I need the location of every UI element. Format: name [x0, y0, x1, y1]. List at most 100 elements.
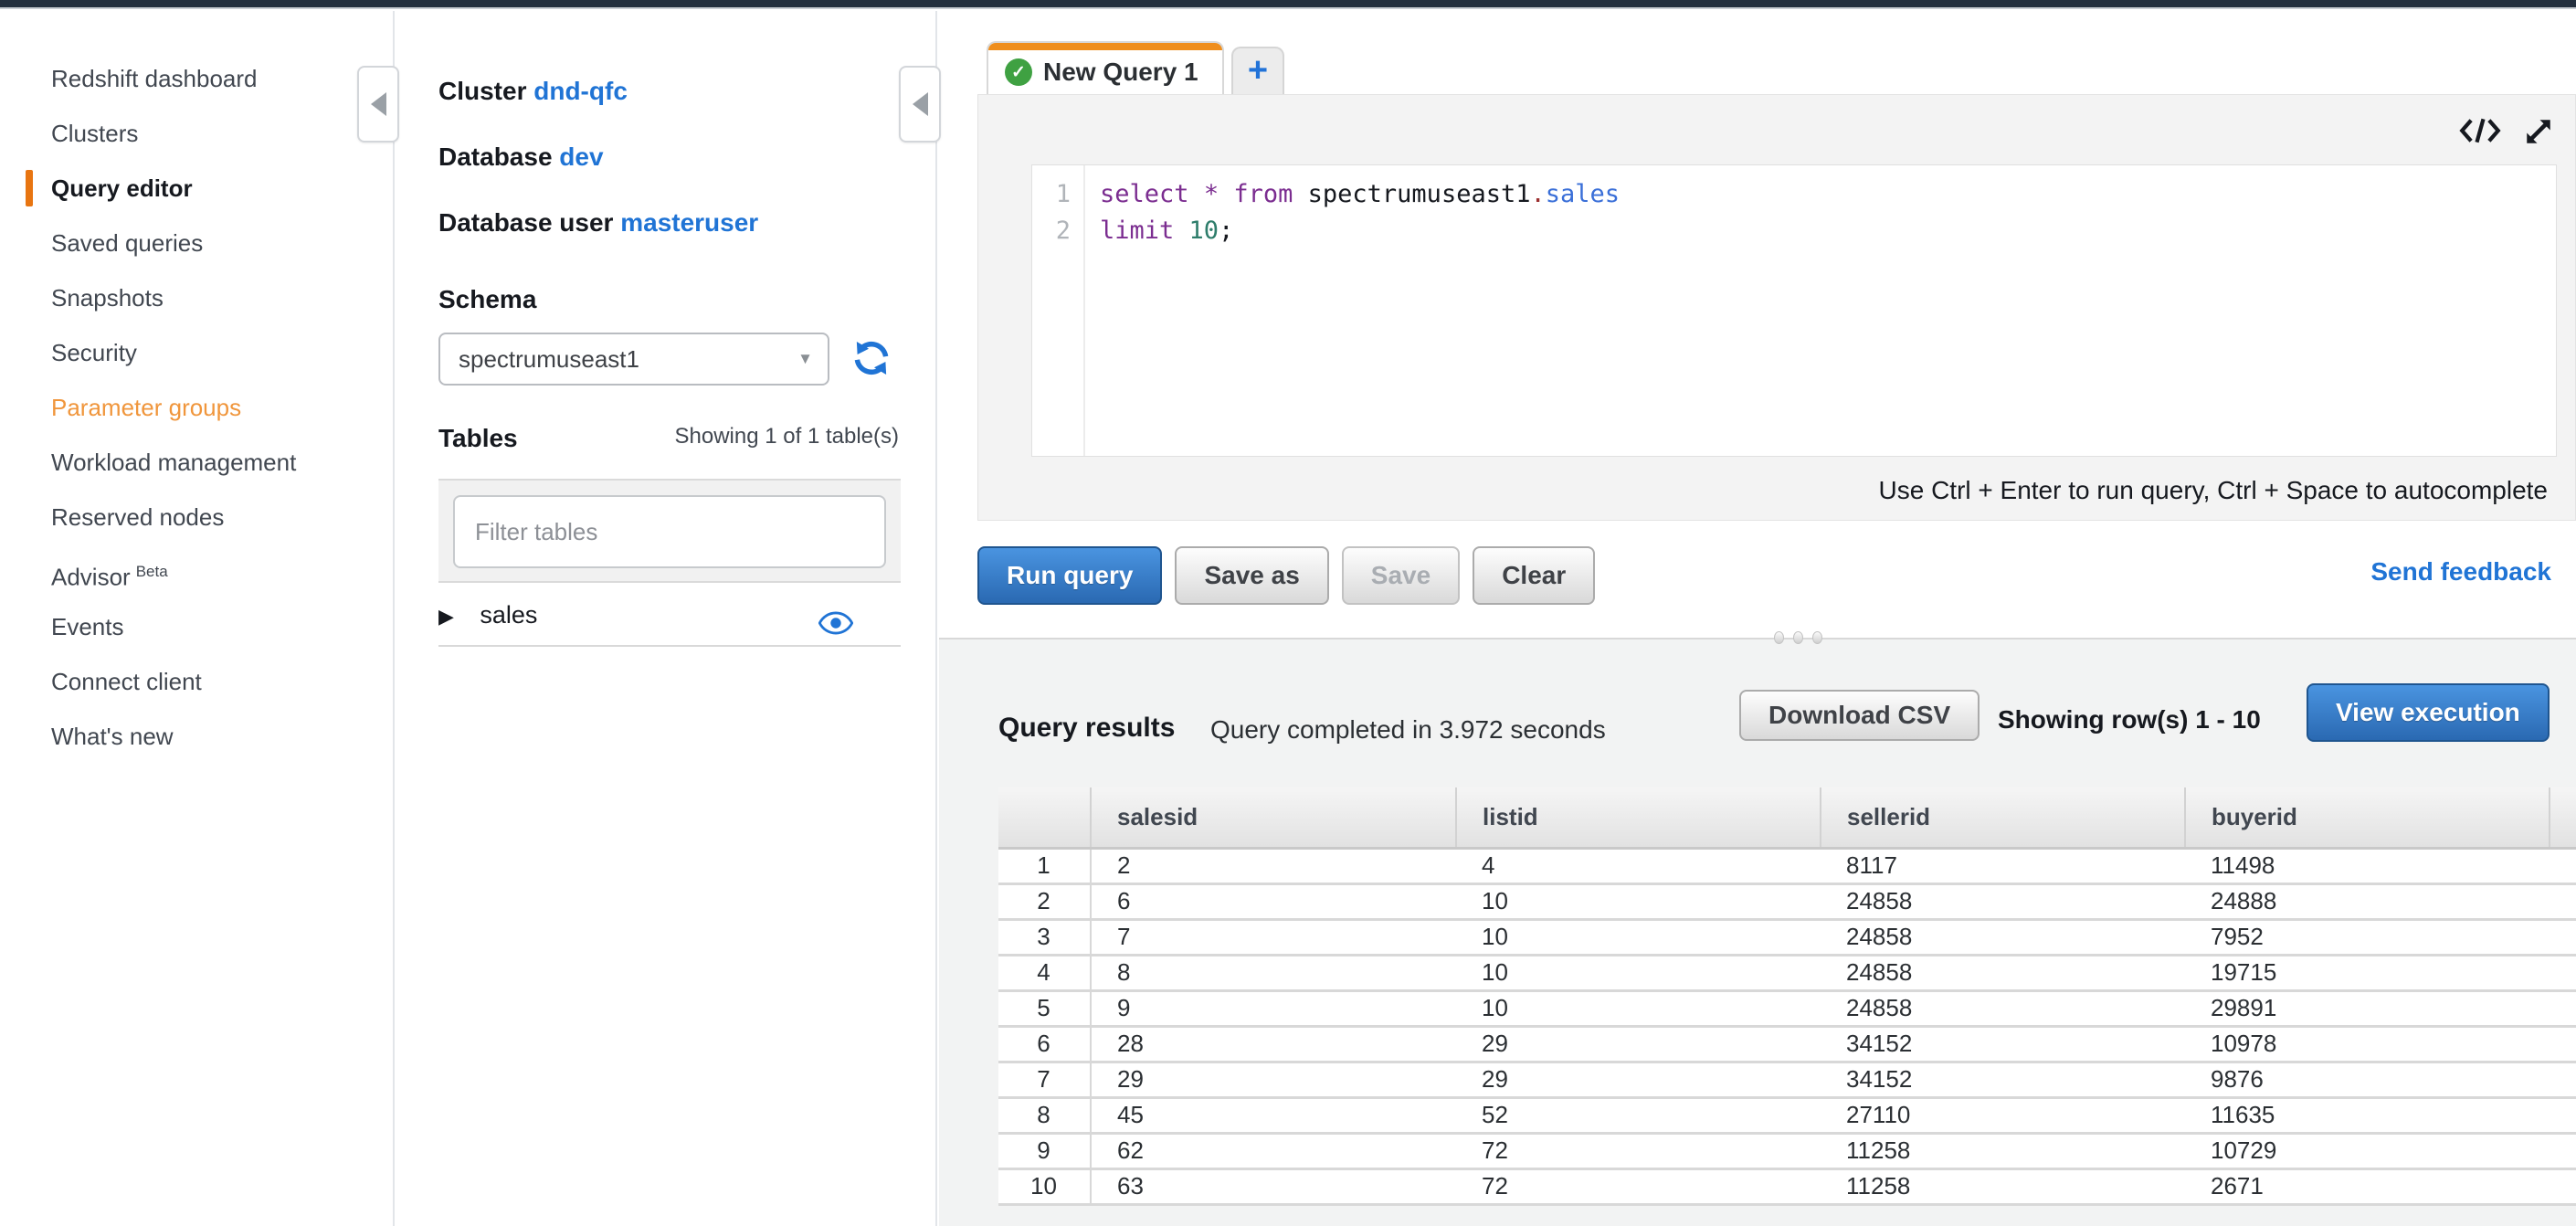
data-cell: 62 — [1091, 1133, 1456, 1168]
tables-count: Showing 1 of 1 table(s) — [675, 424, 899, 449]
data-cell: 2 — [1091, 848, 1456, 883]
sidebar-item-connect-client[interactable]: Connect client — [0, 654, 393, 709]
filter-tables-input[interactable] — [453, 495, 886, 568]
data-cell: 11498 — [2185, 848, 2550, 883]
table-name: sales — [480, 601, 537, 629]
showing-rows-label: Showing row(s) 1 - 10 — [1998, 705, 2261, 735]
refresh-schema-icon[interactable] — [851, 338, 892, 383]
query-results-panel: Query results Query completed in 3.972 s… — [939, 638, 2576, 1226]
row-number-cell: 4 — [998, 955, 1091, 990]
code-view-icon[interactable] — [2458, 115, 2502, 153]
sidebar-item-clusters[interactable]: Clusters — [0, 106, 393, 161]
sidebar-item-workload-management[interactable]: Workload management — [0, 435, 393, 490]
resize-handle[interactable] — [1774, 631, 1822, 644]
save-as-button[interactable]: Save as — [1175, 546, 1328, 605]
data-cell: 29891 — [2185, 990, 2550, 1026]
sidebar-item-saved-queries[interactable]: Saved queries — [0, 216, 393, 270]
schema-select[interactable]: spectrumuseast1 ▼ — [438, 333, 829, 386]
code-line: select * from spectrumuseast1.sales — [1100, 176, 1620, 213]
column-header-sellerid: sellerid — [1821, 787, 2185, 848]
data-cell — [2550, 1168, 2576, 1204]
data-cell: 24858 — [1821, 955, 2185, 990]
view-execution-button[interactable]: View execution — [2307, 683, 2550, 742]
data-cell — [2550, 955, 2576, 990]
data-cell — [2550, 1062, 2576, 1097]
database-link[interactable]: dev — [559, 143, 603, 171]
sidebar-item-query-editor[interactable]: Query editor — [0, 161, 393, 216]
connection-panel: Cluster dnd-qfc Database dev Database us… — [396, 11, 937, 1226]
results-table: salesidlistidselleridbuyerid 12481171149… — [998, 787, 2576, 1206]
table-row: 72929341529876 — [998, 1062, 2576, 1097]
editor-shortcut-hint: Use Ctrl + Enter to run query, Ctrl + Sp… — [1879, 476, 2549, 505]
data-cell: 7 — [1091, 919, 1456, 955]
table-row: 59102485829891 — [998, 990, 2576, 1026]
preview-eye-icon[interactable] — [818, 601, 853, 661]
sidebar-item-redshift-dashboard[interactable]: Redshift dashboard — [0, 51, 393, 106]
table-row: 845522711011635 — [998, 1097, 2576, 1133]
data-cell: 7952 — [2185, 919, 2550, 955]
data-cell: 72 — [1456, 1133, 1821, 1168]
tab-new-query-1[interactable]: ✓ New Query 1 — [987, 41, 1224, 94]
results-title: Query results — [998, 713, 1175, 744]
data-cell — [2550, 1097, 2576, 1133]
data-cell: 63 — [1091, 1168, 1456, 1204]
data-cell: 29 — [1456, 1062, 1821, 1097]
expand-editor-icon[interactable] — [2522, 115, 2555, 153]
table-row: 3710248587952 — [998, 919, 2576, 955]
expand-caret-icon[interactable]: ▶ — [438, 605, 454, 628]
row-number-cell: 9 — [998, 1133, 1091, 1168]
data-cell — [2550, 1026, 2576, 1062]
sidebar-item-parameter-groups[interactable]: Parameter groups — [0, 380, 393, 435]
sql-code-editor[interactable]: 12 select * from spectrumuseast1.salesli… — [1031, 164, 2557, 457]
sidebar-item-what-s-new[interactable]: What's new — [0, 709, 393, 764]
sidebar-item-advisor[interactable]: AdvisorBeta — [0, 544, 393, 599]
table-row: 26102485824888 — [998, 883, 2576, 919]
data-cell: 29 — [1456, 1026, 1821, 1062]
collapse-connection-panel-button[interactable] — [899, 66, 941, 143]
chevron-left-icon — [371, 92, 386, 116]
table-list-item-sales[interactable]: ▶ sales — [438, 585, 901, 647]
data-cell: 11258 — [1821, 1133, 2185, 1168]
collapse-left-nav-button[interactable] — [357, 66, 399, 143]
data-cell: 24858 — [1821, 883, 2185, 919]
query-success-icon: ✓ — [1005, 58, 1032, 86]
row-number-cell: 10 — [998, 1168, 1091, 1204]
line-number: 1 — [1032, 176, 1071, 213]
row-number-cell: 1 — [998, 848, 1091, 883]
data-cell — [2550, 1133, 2576, 1168]
data-cell: 2671 — [2185, 1168, 2550, 1204]
database-user-link[interactable]: masteruser — [620, 208, 758, 237]
save-button[interactable]: Save — [1342, 546, 1460, 605]
data-cell: 6 — [1091, 883, 1456, 919]
row-number-cell: 8 — [998, 1097, 1091, 1133]
cluster-link[interactable]: dnd-qfc — [533, 77, 628, 105]
data-cell: 10729 — [2185, 1133, 2550, 1168]
line-number-gutter: 12 — [1032, 165, 1085, 456]
sidebar-item-snapshots[interactable]: Snapshots — [0, 270, 393, 325]
code-lines: select * from spectrumuseast1.saleslimit… — [1085, 165, 1620, 456]
schema-label: Schema — [438, 285, 536, 314]
tables-label: Tables — [438, 424, 518, 452]
sidebar-item-reserved-nodes[interactable]: Reserved nodes — [0, 490, 393, 544]
data-cell: 10 — [1456, 955, 1821, 990]
data-cell: 24858 — [1821, 919, 2185, 955]
download-csv-button[interactable]: Download CSV — [1739, 690, 1980, 741]
data-cell: 11258 — [1821, 1168, 2185, 1204]
editor-actions: Run query Save as Save Clear — [977, 546, 1595, 605]
clear-button[interactable]: Clear — [1473, 546, 1595, 605]
line-number: 2 — [1032, 213, 1071, 249]
sidebar-item-security[interactable]: Security — [0, 325, 393, 380]
database-user-row: Database user masteruser — [438, 208, 758, 238]
send-feedback-link[interactable]: Send feedback — [2370, 557, 2551, 587]
run-query-button[interactable]: Run query — [977, 546, 1162, 605]
table-row: 106372112582671 — [998, 1168, 2576, 1204]
data-cell: 11635 — [2185, 1097, 2550, 1133]
row-number-cell: 2 — [998, 883, 1091, 919]
code-line: limit 10; — [1100, 213, 1620, 249]
sidebar-item-events[interactable]: Events — [0, 599, 393, 654]
table-row: 48102485819715 — [998, 955, 2576, 990]
new-tab-button[interactable]: + — [1231, 47, 1284, 94]
row-number-cell: 6 — [998, 1026, 1091, 1062]
column-header-buyerid: buyerid — [2185, 787, 2550, 848]
row-number-cell: 7 — [998, 1062, 1091, 1097]
